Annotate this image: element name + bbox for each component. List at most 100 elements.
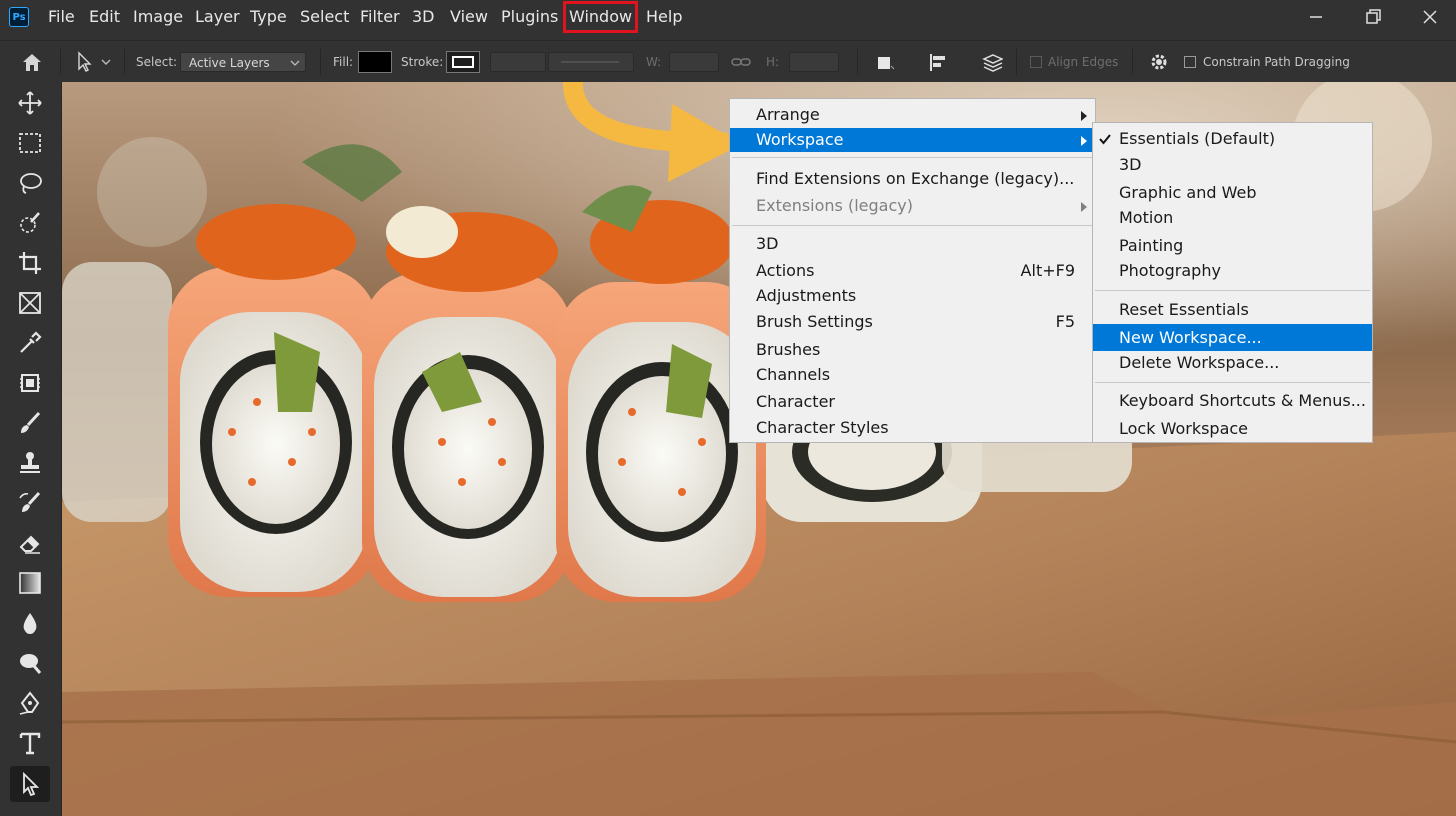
constrain-path-checkbox[interactable] [1184,41,1196,83]
eraser-tool-icon[interactable] [10,525,50,561]
menu-item-label: Delete Workspace... [1119,353,1280,372]
menu-item-actions[interactable]: Actions Alt+F9 [730,259,1095,283]
dodge-tool-icon[interactable] [10,645,50,681]
link-icon[interactable] [731,41,751,83]
brush-tool-icon[interactable] [10,405,50,441]
submenu-item-lock-workspace[interactable]: Lock Workspace [1093,417,1372,441]
healing-brush-tool-icon[interactable] [10,365,50,401]
menu-window[interactable]: Window [562,0,639,34]
menu-item-character[interactable]: Character [730,390,1095,414]
frame-tool-icon[interactable] [10,285,50,321]
menu-3d[interactable]: 3D [412,0,435,34]
close-icon[interactable] [1419,6,1441,28]
menu-item-label: Arrange [756,105,820,124]
path-alignment-icon[interactable] [928,41,950,83]
menu-file[interactable]: File [48,0,75,34]
tool-preset-picker[interactable] [74,41,118,83]
menu-edit[interactable]: Edit [89,0,120,34]
menu-item-label: 3D [756,234,779,253]
menu-help[interactable]: Help [646,0,682,34]
submenu-item-keyboard-shortcuts[interactable]: Keyboard Shortcuts & Menus... [1093,389,1372,413]
path-arrangement-icon[interactable] [981,41,1003,83]
menu-item-adjustments[interactable]: Adjustments [730,284,1095,308]
menu-view[interactable]: View [450,0,488,34]
select-dropdown-value: Active Layers [189,56,270,70]
fill-color-swatch[interactable] [358,51,392,73]
menu-image[interactable]: Image [133,0,183,34]
restore-icon[interactable] [1362,6,1384,28]
shortcut-label: Alt+F9 [1020,261,1075,280]
gradient-tool-icon[interactable] [10,565,50,601]
submenu-item-photography[interactable]: Photography [1093,259,1372,283]
menu-select[interactable]: Select [300,0,349,34]
menu-item-label: Photography [1119,261,1221,280]
menu-item-3d[interactable]: 3D [730,232,1095,256]
menu-item-label: Find Extensions on Exchange (legacy)... [756,169,1075,188]
clone-stamp-tool-icon[interactable] [10,445,50,481]
menu-item-label: Character [756,392,835,411]
menu-plugins[interactable]: Plugins [501,0,558,34]
shortcut-label: F5 [1055,312,1075,331]
menu-item-brushes[interactable]: Brushes [730,338,1095,362]
submenu-item-motion[interactable]: Motion [1093,206,1372,230]
menu-item-label: Reset Essentials [1119,300,1249,319]
submenu-item-reset-essentials[interactable]: Reset Essentials [1093,298,1372,322]
move-tool-icon[interactable] [10,85,50,121]
height-label: H: [766,55,780,69]
history-brush-tool-icon[interactable] [10,485,50,521]
menu-item-channels[interactable]: Channels [730,363,1095,387]
stroke-type-dropdown[interactable] [548,52,634,72]
blur-tool-icon[interactable] [10,605,50,641]
menu-item-label: Keyboard Shortcuts & Menus... [1119,391,1366,410]
stroke-label: Stroke: [401,55,444,69]
menu-item-find-extensions[interactable]: Find Extensions on Exchange (legacy)... [730,167,1095,191]
eyedropper-tool-icon[interactable] [10,325,50,361]
menu-item-brush-settings[interactable]: Brush Settings F5 [730,310,1095,334]
submenu-item-new-workspace[interactable]: New Workspace... [1093,324,1372,351]
menu-item-workspace[interactable]: Workspace [730,128,1095,152]
marquee-tool-icon[interactable] [10,125,50,161]
type-tool-icon[interactable] [10,725,50,761]
separator [60,49,61,75]
chevron-down-icon [290,60,300,66]
stroke-width-field[interactable] [490,52,546,72]
menu-item-label: Channels [756,365,831,384]
crop-tool-icon[interactable] [10,245,50,281]
menu-item-label: Extensions (legacy) [756,196,913,215]
height-field[interactable] [789,52,839,72]
submenu-item-essentials[interactable]: Essentials (Default) [1093,127,1372,151]
menu-separator [732,225,1093,226]
menu-item-arrange[interactable]: Arrange [730,103,1095,127]
submenu-item-painting[interactable]: Painting [1093,234,1372,258]
menu-item-character-styles[interactable]: Character Styles [730,416,1095,440]
photoshop-logo-icon[interactable]: Ps [9,7,29,27]
gear-icon[interactable] [1148,41,1170,83]
menu-layer[interactable]: Layer [195,0,240,34]
width-label: W: [646,55,662,69]
separator [857,49,858,75]
submenu-item-delete-workspace[interactable]: Delete Workspace... [1093,351,1372,375]
separator [1016,49,1017,75]
select-dropdown[interactable]: Active Layers [180,52,306,72]
menu-filter[interactable]: Filter [360,0,400,34]
path-selection-tool-icon[interactable] [10,766,50,802]
path-operations-icon[interactable] [876,41,896,83]
pen-tool-icon[interactable] [10,685,50,721]
align-edges-checkbox[interactable] [1030,41,1042,83]
menu-separator [732,157,1093,158]
checkmark-icon [1099,134,1111,145]
menu-type[interactable]: Type [250,0,287,34]
menu-separator [1095,382,1370,383]
quick-selection-tool-icon[interactable] [10,205,50,241]
minimize-icon[interactable] [1305,6,1327,28]
lasso-tool-icon[interactable] [10,165,50,201]
menu-item-label: Painting [1119,236,1184,255]
width-field[interactable] [669,52,719,72]
menu-item-label: Brushes [756,340,821,359]
submenu-item-graphic-and-web[interactable]: Graphic and Web [1093,181,1372,205]
home-icon[interactable] [20,41,44,83]
stroke-color-swatch[interactable] [446,51,480,73]
separator [124,49,125,75]
separator [320,49,321,75]
submenu-item-3d[interactable]: 3D [1093,153,1372,177]
